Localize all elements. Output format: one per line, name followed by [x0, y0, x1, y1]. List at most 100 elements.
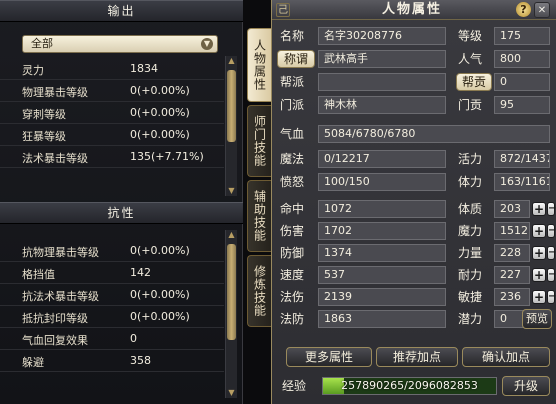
- dropdown-value: 全部: [31, 37, 53, 50]
- scroll-up-icon[interactable]: ▲: [226, 56, 237, 66]
- rage-label: 愤怒: [280, 175, 305, 189]
- base-attribute-value: 203: [494, 200, 530, 218]
- vigor-value: 872/1437: [494, 150, 550, 168]
- minus-icon[interactable]: −: [547, 246, 556, 260]
- stat-label: 物理暴击等级: [22, 86, 88, 99]
- close-icon[interactable]: ✕: [534, 2, 550, 18]
- stat-label: 穿刺等级: [22, 108, 66, 121]
- tab-school-skills[interactable]: 师门技能: [247, 105, 272, 177]
- minus-icon[interactable]: −: [547, 224, 556, 238]
- title-bar[interactable]: 己 人物属性 ? ✕: [272, 0, 556, 20]
- stat-row: 灵力 1834: [0, 58, 224, 80]
- exp-label: 经验: [282, 379, 307, 393]
- preview-button[interactable]: 预览: [522, 309, 552, 329]
- minus-icon[interactable]: −: [547, 290, 556, 304]
- attribute-filter-dropdown[interactable]: 全部 ▼: [22, 35, 218, 53]
- combat-stat-value: 1863: [318, 310, 446, 328]
- stat-row: 穿刺等级 0(+0.00%): [0, 102, 224, 124]
- mp-label: 魔法: [280, 152, 305, 166]
- minus-icon[interactable]: −: [547, 202, 556, 216]
- title-button[interactable]: 称谓: [277, 50, 315, 68]
- more-attributes-button[interactable]: 更多属性: [286, 347, 372, 367]
- base-attribute-label: 体质: [458, 202, 483, 216]
- plus-icon[interactable]: +: [532, 268, 546, 282]
- base-attribute-value: 1512: [494, 222, 530, 240]
- stat-value: 0(+0.00%): [130, 244, 190, 257]
- plus-icon[interactable]: +: [532, 290, 546, 304]
- stat-value: 1834: [130, 62, 158, 75]
- base-attribute-label: 耐力: [458, 268, 483, 282]
- stat-row: 抵抗封印等级 0(+0.00%): [0, 306, 224, 328]
- chevron-down-icon[interactable]: ▼: [201, 38, 213, 50]
- gang-contribution-button[interactable]: 帮贡: [456, 73, 492, 91]
- stat-label: 抗法术暴击等级: [22, 290, 99, 303]
- stamina-label: 体力: [458, 175, 483, 189]
- tab-character-attributes[interactable]: 人物属性: [247, 28, 272, 102]
- stat-value: 0(+0.00%): [130, 84, 190, 97]
- stat-row: 格挡值 142: [0, 262, 224, 284]
- base-attribute-value: 236: [494, 288, 530, 306]
- scroll-down-icon[interactable]: ▼: [226, 388, 237, 398]
- combat-stat-value: 1374: [318, 244, 446, 262]
- scroll-thumb[interactable]: [227, 70, 236, 142]
- gang-label: 帮派: [280, 75, 305, 89]
- tab-assist-skills[interactable]: 辅助技能: [247, 180, 272, 252]
- combat-stat-label: 防御: [280, 246, 305, 260]
- stat-label: 抗物理暴击等级: [22, 246, 99, 259]
- resist-scrollbar[interactable]: ▲ ▼: [225, 230, 237, 398]
- combat-stat-label: 法防: [280, 312, 305, 326]
- confirm-points-button[interactable]: 确认加点: [462, 347, 550, 367]
- stat-label: 格挡值: [22, 268, 55, 281]
- stat-row: 躲避 358: [0, 350, 224, 372]
- scroll-thumb[interactable]: [227, 244, 236, 340]
- combat-stat-label: 速度: [280, 268, 305, 282]
- plus-icon[interactable]: +: [532, 224, 546, 238]
- window-menu-icon[interactable]: 己: [276, 3, 290, 17]
- stat-label: 躲避: [22, 356, 44, 369]
- help-icon[interactable]: ?: [516, 2, 531, 17]
- stat-value: 358: [130, 354, 151, 367]
- character-attributes-window: 己 人物属性 ? ✕ 名称 名字30208776 等级 175 称谓 武林高手 …: [271, 0, 556, 404]
- stat-value: 135(+7.71%): [130, 150, 204, 163]
- level-value: 175: [494, 27, 550, 45]
- combat-stat-value: 1702: [318, 222, 446, 240]
- stat-value: 0(+0.00%): [130, 310, 190, 323]
- plus-icon[interactable]: +: [532, 246, 546, 260]
- school-value: 神木林: [318, 96, 446, 114]
- base-attribute-label: 力量: [458, 246, 483, 260]
- name-value: 名字30208776: [318, 27, 446, 45]
- combat-stat-value: 1072: [318, 200, 446, 218]
- gang-contribution-value: 0: [494, 73, 550, 91]
- stat-value: 142: [130, 266, 151, 279]
- combat-stat-value: 2139: [318, 288, 446, 306]
- output-scrollbar[interactable]: ▲ ▼: [225, 56, 237, 196]
- stat-label: 气血回复效果: [22, 334, 88, 347]
- stat-value: 0(+0.00%): [130, 106, 190, 119]
- resist-section-title: 抗性: [0, 202, 243, 224]
- window-title: 人物属性: [381, 2, 442, 17]
- stat-value: 0(+0.00%): [130, 288, 190, 301]
- base-attribute-value: 227: [494, 266, 530, 284]
- popularity-value: 800: [494, 50, 550, 68]
- minus-icon[interactable]: −: [547, 268, 556, 282]
- stat-row: 抗物理暴击等级 0(+0.00%): [0, 240, 224, 262]
- hp-label: 气血: [280, 127, 305, 141]
- upgrade-button[interactable]: 升级: [502, 376, 550, 396]
- tab-cultivation-skills[interactable]: 修炼技能: [247, 255, 272, 327]
- title-value: 武林高手: [318, 50, 446, 68]
- resist-stat-list: 抗物理暴击等级 0(+0.00%) 格挡值 142 抗法术暴击等级 0(+0.00%) 抵抗…: [0, 240, 224, 372]
- stat-label: 灵力: [22, 64, 44, 77]
- output-section-title: 输出: [0, 0, 243, 22]
- scroll-down-icon[interactable]: ▼: [226, 186, 237, 196]
- scroll-up-icon[interactable]: ▲: [226, 230, 237, 240]
- stat-row: 物理暴击等级 0(+0.00%): [0, 80, 224, 102]
- stat-row: 气血回复效果 0: [0, 328, 224, 350]
- stat-row: 狂暴等级 0(+0.00%): [0, 124, 224, 146]
- stat-label: 法术暴击等级: [22, 152, 88, 165]
- hp-value: 5084/6780/6780: [318, 125, 550, 143]
- recommend-points-button[interactable]: 推荐加点: [376, 347, 458, 367]
- combat-stat-value: 537: [318, 266, 446, 284]
- combat-stat-label: 法伤: [280, 290, 305, 304]
- plus-icon[interactable]: +: [532, 202, 546, 216]
- popularity-label: 人气: [458, 52, 483, 66]
